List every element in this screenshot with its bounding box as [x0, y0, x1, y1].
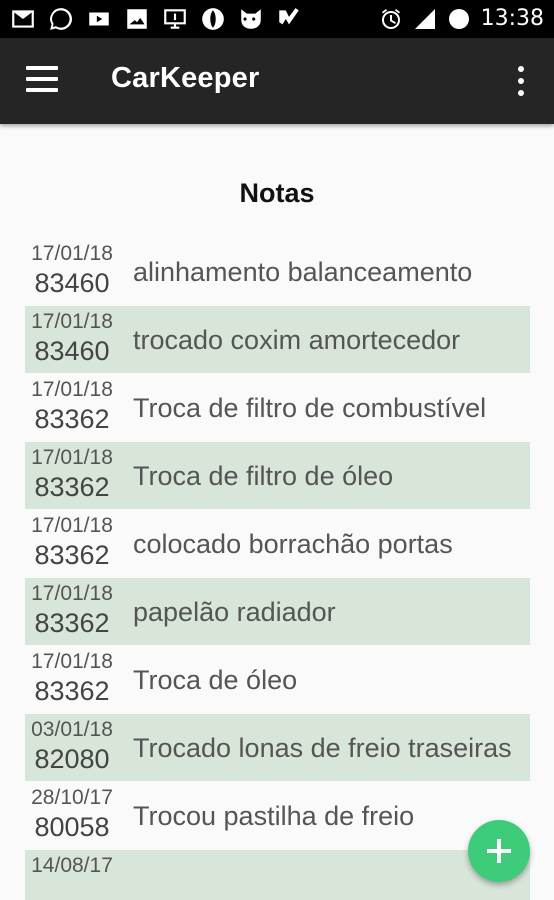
note-km: 80058: [34, 812, 110, 842]
note-date: 03/01/18: [31, 718, 113, 741]
system-icons: 13:38: [379, 6, 544, 31]
note-row[interactable]: 28/10/17 80058 Trocou pastilha de freio: [25, 782, 530, 850]
overflow-menu-icon[interactable]: [516, 66, 526, 96]
globe-icon: [202, 8, 224, 30]
signal-icon: [414, 8, 435, 29]
cast-icon: [164, 9, 186, 29]
note-row[interactable]: 17/01/18 83460 trocado coxim amortecedor: [25, 306, 530, 374]
cat-icon: [241, 9, 261, 29]
note-km: 83362: [34, 404, 110, 434]
note-text: trocado coxim amortecedor: [133, 325, 461, 355]
whatsapp-icon: [50, 8, 72, 30]
note-text: colocado borrachão portas: [133, 529, 453, 559]
status-bar: 13:38: [0, 0, 554, 38]
note-row[interactable]: 03/01/18 82080 Trocado lonas de freio tr…: [25, 714, 530, 782]
note-date: 17/01/18: [31, 378, 113, 401]
note-text: papelão radiador: [133, 597, 336, 627]
gmail-icon: [12, 10, 34, 28]
plus-icon: [487, 839, 511, 863]
gallery-icon: [127, 9, 147, 29]
note-text: Troca de óleo: [133, 665, 298, 695]
app-bar: CarKeeper: [0, 38, 554, 124]
note-date: 17/01/18: [31, 582, 113, 605]
note-date: 17/01/18: [31, 310, 113, 333]
note-km: 83362: [34, 472, 110, 502]
note-text: Trocado lonas de freio traseiras: [133, 733, 512, 763]
note-km: 83362: [34, 540, 110, 570]
clock: 13:38: [480, 6, 544, 31]
check-icon: [279, 8, 299, 25]
page-title: Notas: [239, 178, 315, 208]
note-km: 83460: [34, 268, 110, 298]
note-row[interactable]: 17/01/18 83362 colocado borrachão portas: [25, 510, 530, 578]
app-title: CarKeeper: [111, 62, 260, 94]
note-row[interactable]: 17/01/18 83362 Troca de óleo: [25, 646, 530, 714]
note-text: alinhamento balanceamento: [133, 257, 473, 287]
note-date: 17/01/18: [31, 446, 113, 469]
note-date: 17/01/18: [31, 650, 113, 673]
note-text: Troca de filtro de óleo: [133, 461, 394, 491]
note-km: 82080: [34, 744, 110, 774]
note-row[interactable]: 14/08/17: [25, 850, 530, 900]
note-text: Trocou pastilha de freio: [133, 801, 415, 831]
note-date: 28/10/17: [31, 786, 113, 809]
youtube-icon: [89, 12, 109, 26]
battery-icon: [448, 8, 469, 29]
note-km: 83362: [34, 676, 110, 706]
hamburger-menu-icon[interactable]: [26, 66, 60, 96]
note-row[interactable]: 17/01/18 83460 alinhamento balanceamento: [25, 238, 530, 306]
note-date: 14/08/17: [31, 854, 113, 877]
notes-screen: Notas 17/01/18 83460 alinhamento balance…: [0, 124, 554, 900]
notification-icons: [10, 6, 302, 32]
note-km: 83362: [34, 608, 110, 638]
note-row[interactable]: 17/01/18 83362 papelão radiador: [25, 578, 530, 646]
add-note-button[interactable]: [468, 820, 530, 882]
note-km: 83460: [34, 336, 110, 366]
notes-list[interactable]: 17/01/18 83460 alinhamento balanceamento…: [25, 238, 530, 900]
note-text: Troca de filtro de combustível: [133, 393, 487, 423]
note-date: 17/01/18: [31, 242, 113, 265]
alarm-icon: [381, 8, 400, 29]
note-row[interactable]: 17/01/18 83362 Troca de filtro de óleo: [25, 442, 530, 510]
note-date: 17/01/18: [31, 514, 113, 537]
note-row[interactable]: 17/01/18 83362 Troca de filtro de combus…: [25, 374, 530, 442]
